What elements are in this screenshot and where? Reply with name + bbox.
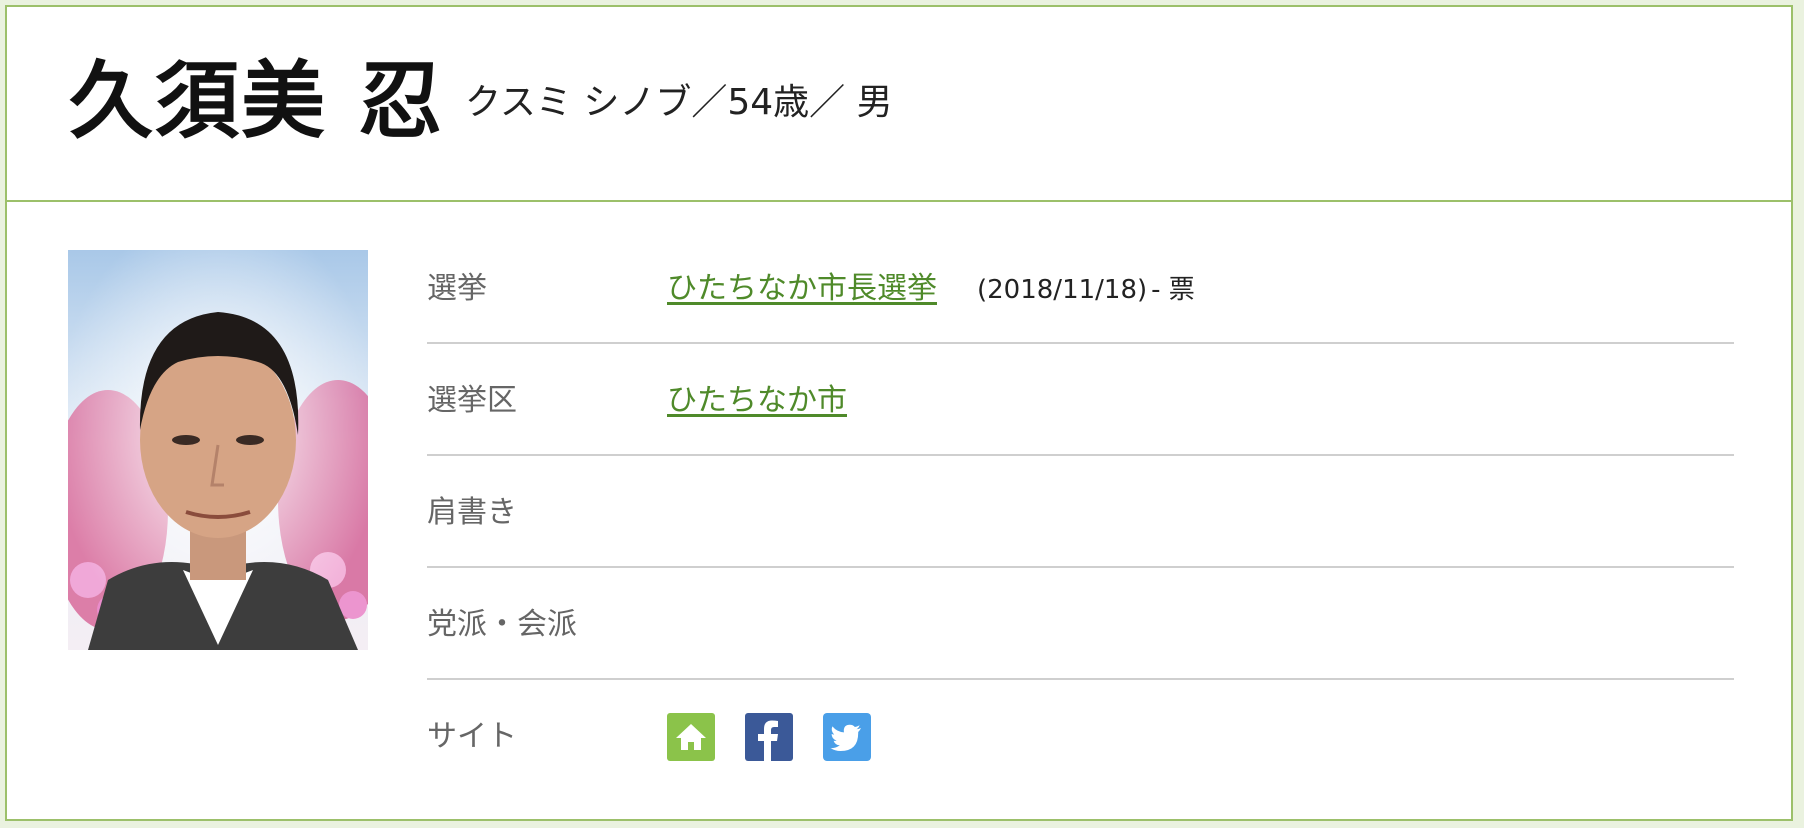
detail-row-election: 選挙 ひたちなか市長選挙 (2018/11/18) - 票	[427, 232, 1734, 344]
detail-row-title: 肩書き	[427, 456, 1734, 568]
site-icons	[667, 713, 871, 761]
detail-label: 党派・会派	[427, 607, 577, 642]
election-date: (2018/11/18)	[977, 275, 1148, 305]
details-list: 選挙 ひたちなか市長選挙 (2018/11/18) - 票 選挙区 ひたちなか市…	[427, 232, 1734, 792]
detail-row-party: 党派・会派	[427, 568, 1734, 680]
detail-label: 肩書き	[427, 495, 517, 530]
detail-label: サイト	[427, 719, 517, 754]
candidate-header: 久須美 忍 クスミ シノブ／54歳／ 男	[7, 7, 1791, 202]
election-votes: - 票	[1151, 275, 1195, 305]
detail-value: ひたちなか市	[667, 386, 847, 416]
detail-value: ひたちなか市長選挙 (2018/11/18) - 票	[667, 274, 1195, 304]
facebook-icon[interactable]	[745, 713, 793, 761]
district-link[interactable]: ひたちなか市	[667, 386, 847, 416]
detail-label: 選挙区	[427, 383, 517, 418]
candidate-photo	[68, 250, 368, 650]
twitter-icon[interactable]	[823, 713, 871, 761]
election-link[interactable]: ひたちなか市長選挙	[667, 274, 937, 304]
detail-label: 選挙	[427, 271, 487, 306]
home-icon[interactable]	[667, 713, 715, 761]
candidate-name: 久須美 忍	[69, 52, 445, 150]
candidate-card: 久須美 忍 クスミ シノブ／54歳／ 男 選挙 ひたちなか市長選挙 (2018/…	[5, 5, 1793, 821]
detail-row-district: 選挙区 ひたちなか市	[427, 344, 1734, 456]
candidate-kana-age-gender: クスミ シノブ／54歳／ 男	[465, 82, 893, 123]
detail-row-site: サイト	[427, 680, 1734, 792]
